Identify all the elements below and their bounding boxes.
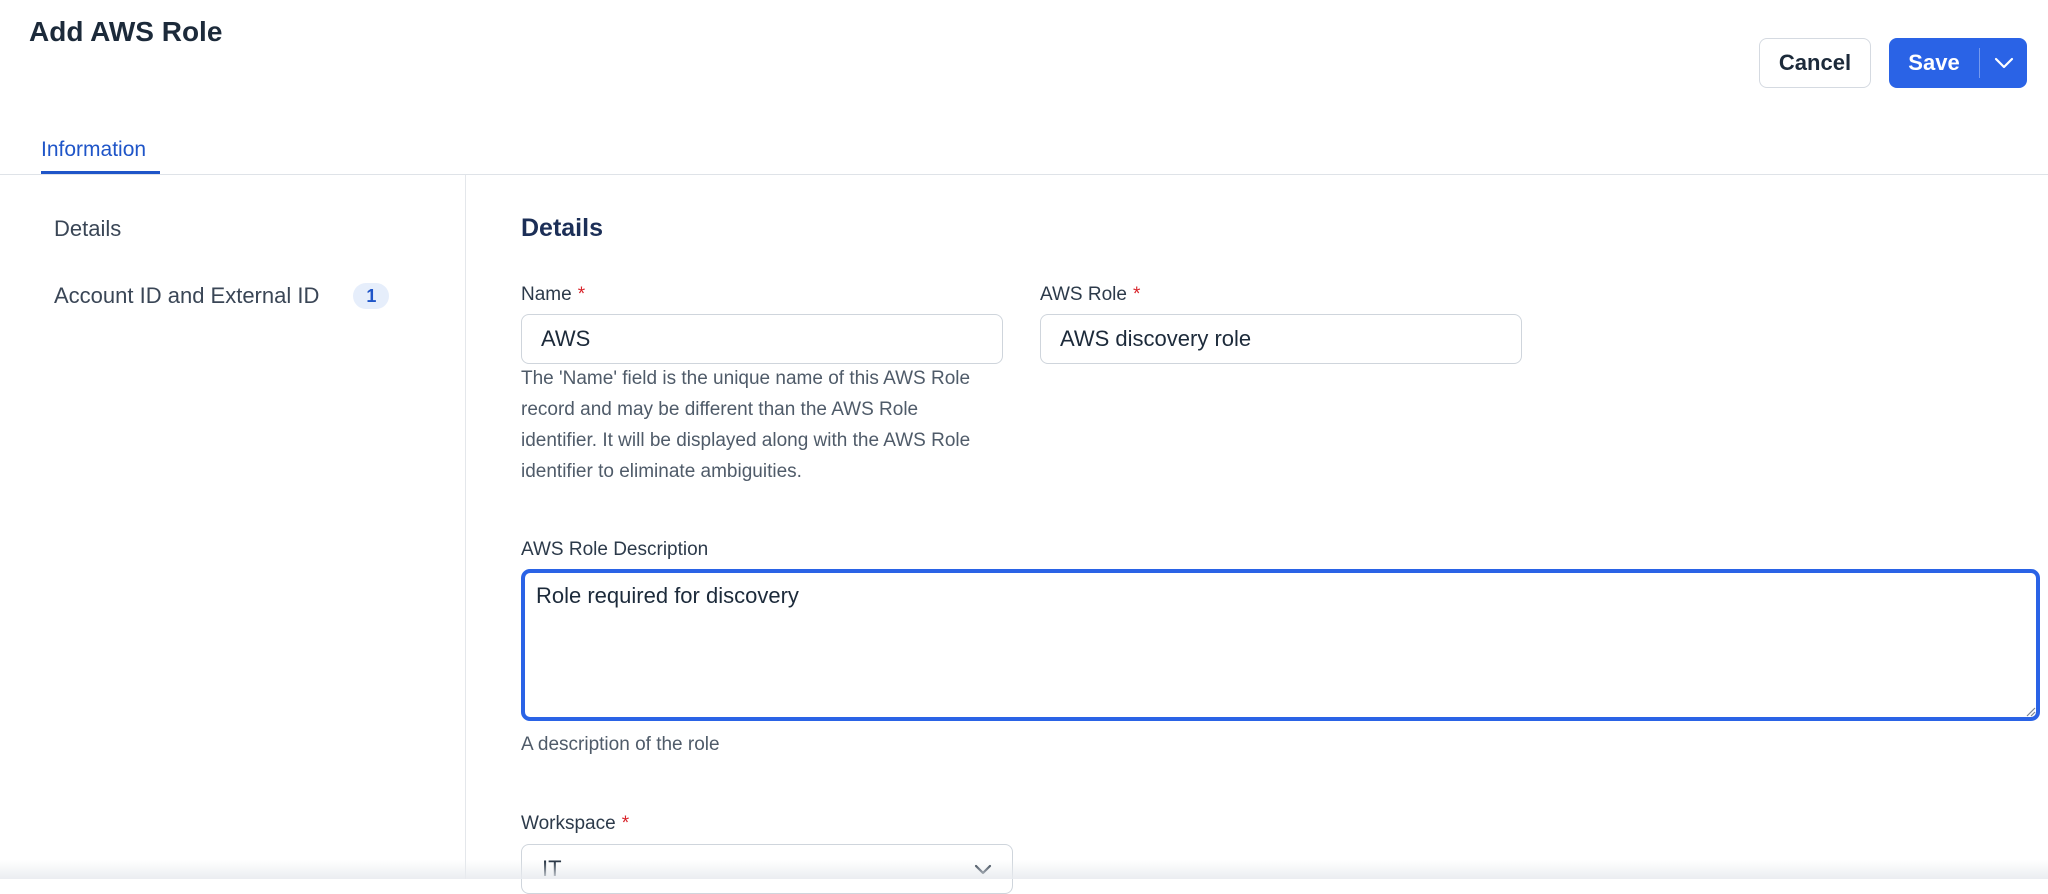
tab-divider [0, 174, 2048, 175]
help-line: identifier to eliminate ambiguities. [521, 461, 802, 482]
workspace-label: Workspace * [521, 813, 629, 835]
tab-information[interactable]: Information [41, 138, 146, 162]
sidebar-item-details[interactable]: Details [54, 216, 121, 242]
aws-role-label: AWS Role * [1040, 284, 1140, 306]
required-marker: * [1132, 284, 1141, 305]
name-help-text: The 'Name' field is the unique name of t… [521, 363, 1011, 487]
name-label-text: Name [521, 284, 572, 305]
help-line: record and may be different than the AWS… [521, 399, 919, 420]
cancel-button[interactable]: Cancel [1759, 38, 1871, 88]
resize-grip-icon[interactable] [2024, 705, 2036, 717]
sidebar-item-label: Account ID and External ID [54, 283, 320, 308]
required-marker: * [577, 284, 586, 305]
help-line: identifier. It will be displayed along w… [521, 430, 971, 451]
required-marker: * [621, 813, 630, 834]
name-label: Name * [521, 284, 585, 306]
page-title: Add AWS Role [29, 16, 223, 47]
save-options-button[interactable] [1980, 38, 2027, 88]
aws-role-input[interactable] [1040, 314, 1522, 364]
description-textarea[interactable]: Role required for discovery [521, 569, 2040, 721]
chevron-down-icon [974, 864, 992, 874]
workspace-label-text: Workspace [521, 813, 616, 834]
description-label: AWS Role Description [521, 539, 709, 560]
sidebar-item-account-id[interactable]: Account ID and External ID 1 [54, 283, 390, 309]
aws-role-label-text: AWS Role [1040, 284, 1127, 305]
scroll-shadow [0, 860, 2048, 879]
section-heading: Details [521, 214, 603, 242]
chevron-down-icon [1994, 57, 2013, 69]
sidebar-divider [465, 175, 466, 879]
sidebar-item-label: Details [54, 216, 122, 241]
help-line: The 'Name' field is the unique name of t… [521, 368, 971, 389]
description-help-text: A description of the role [521, 734, 720, 755]
save-button-group: Save [1889, 38, 2027, 88]
workspace-select[interactable]: IT [521, 844, 1013, 894]
workspace-selected-value: IT [542, 856, 562, 881]
count-badge: 1 [353, 283, 390, 309]
name-input[interactable] [521, 314, 1003, 364]
save-button[interactable]: Save [1889, 38, 1979, 88]
